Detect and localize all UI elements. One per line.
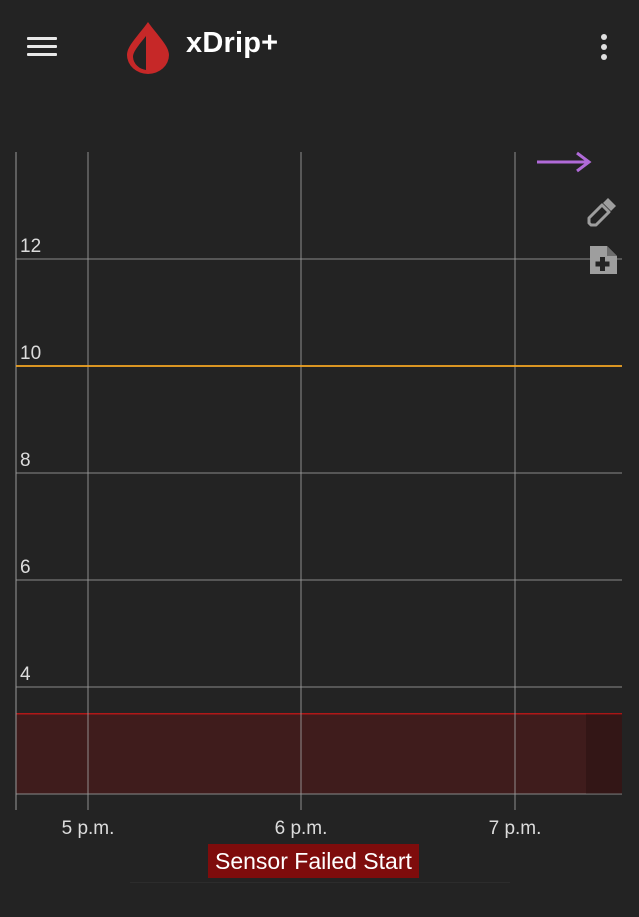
- y-tick-label: 10: [20, 343, 41, 364]
- eyedropper-icon[interactable]: [586, 194, 620, 228]
- divider: [130, 882, 510, 883]
- y-tick-label: 4: [20, 664, 31, 685]
- x-tick-label: 5 p.m.: [62, 818, 115, 839]
- x-tick-label: 6 p.m.: [275, 818, 328, 839]
- y-tick-label: 12: [20, 236, 41, 257]
- low-range-band: [16, 713, 622, 794]
- status-banner: Sensor Failed Start: [208, 844, 419, 878]
- y-tick-label: 6: [20, 557, 31, 578]
- x-tick-label: 7 p.m.: [489, 818, 542, 839]
- y-tick-label: 8: [20, 450, 31, 471]
- glucose-chart[interactable]: 12 10 8 6 4 5 p.m. 6 p.m. 7 p.m.: [0, 0, 639, 917]
- future-shade: [586, 713, 622, 794]
- note-add-icon[interactable]: [587, 244, 619, 276]
- arrow-right-icon[interactable]: [534, 146, 594, 178]
